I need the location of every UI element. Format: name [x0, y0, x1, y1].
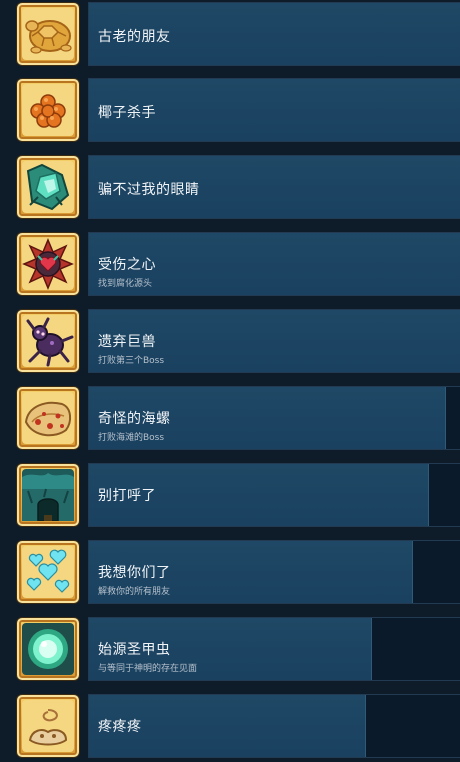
spider-beast-icon	[17, 310, 79, 372]
achievement-title: 疼疼疼	[98, 719, 142, 735]
achievement-row[interactable]: 受伤之心 找到腐化源头	[0, 230, 460, 300]
achievement-description: 找到腐化源头	[98, 279, 153, 289]
achievement-row[interactable]: 别打呼了	[0, 461, 460, 531]
achievement-list: 古老的朋友 椰子杀手 骗不过我的眼睛 受伤之心 找到腐化源头 遗弃巨兽 打败第三…	[0, 0, 460, 759]
conch-shell-icon	[17, 387, 79, 449]
achievement-row[interactable]: 遗弃巨兽 打败第三个Boss	[0, 307, 460, 377]
achievement-row[interactable]: 奇怪的海螺 打败海滩的Boss	[0, 384, 460, 454]
achievement-title: 椰子杀手	[98, 105, 156, 121]
coconut-cluster-icon	[17, 79, 79, 141]
achievement-title: 遗弃巨兽	[98, 334, 156, 350]
achievement-title: 始源圣甲虫	[98, 642, 171, 658]
dizzy-spiral-icon	[17, 695, 79, 757]
achievement-title: 别打呼了	[98, 488, 156, 504]
scarab-orb-icon	[17, 618, 79, 680]
achievement-row[interactable]: 骗不过我的眼睛	[0, 153, 460, 223]
progress-track	[88, 694, 460, 758]
achievement-description: 解救你的所有朋友	[98, 587, 171, 597]
achievement-title: 我想你们了	[98, 565, 171, 581]
hearts-icon	[17, 541, 79, 603]
achievement-row[interactable]: 我想你们了 解救你的所有朋友	[0, 538, 460, 608]
achievement-title: 骗不过我的眼睛	[98, 182, 200, 198]
turtle-shell-icon	[17, 3, 79, 65]
achievement-description: 打败海滩的Boss	[98, 433, 165, 443]
achievement-description: 打败第三个Boss	[98, 356, 165, 366]
achievement-row[interactable]: 古老的朋友	[0, 0, 460, 70]
achievement-row[interactable]: 椰子杀手	[0, 76, 460, 146]
cave-entrance-icon	[17, 464, 79, 526]
achievement-description: 与等同于神明的存在见面	[98, 664, 198, 674]
crystal-gem-icon	[17, 156, 79, 218]
corrupted-heart-icon	[17, 233, 79, 295]
achievement-row[interactable]: 疼疼疼	[0, 692, 460, 762]
achievement-title: 古老的朋友	[98, 29, 171, 45]
achievement-title: 奇怪的海螺	[98, 411, 171, 427]
achievement-row[interactable]: 始源圣甲虫 与等同于神明的存在见面	[0, 615, 460, 685]
achievement-title: 受伤之心	[98, 257, 156, 273]
